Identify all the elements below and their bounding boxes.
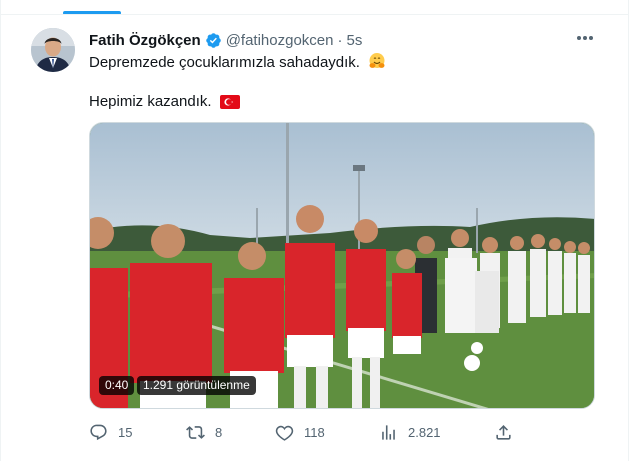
reply-button[interactable]: 15: [89, 420, 132, 444]
views-icon: [382, 424, 395, 440]
action-bar: 15 8 118 2.821: [89, 420, 529, 444]
verified-badge-icon: [205, 32, 221, 48]
tweet-text-line-1: Depremzede çocuklarımızla sahadaydık.: [89, 52, 386, 73]
tweet-header: Fatih Özgökçen @fatihozgokcen · 5s: [89, 30, 362, 50]
timestamp[interactable]: 5s: [346, 32, 362, 49]
more-icon[interactable]: [574, 29, 596, 47]
retweet-button[interactable]: 8: [186, 420, 222, 444]
tweet-card[interactable]: Fatih Özgökçen @fatihozgokcen · 5s Depre…: [0, 0, 629, 461]
author-handle[interactable]: @fatihozgokcen: [226, 32, 334, 49]
reply-count: 15: [118, 424, 133, 440]
views-button[interactable]: 2.821: [379, 420, 441, 444]
like-count: 118: [304, 424, 325, 440]
share-icon: [496, 424, 511, 440]
like-icon: [275, 425, 294, 441]
tweet-text: Hepimiz kazandık.: [89, 93, 212, 110]
tweet-text-line-2: Hepimiz kazandık.: [89, 92, 240, 112]
video-player[interactable]: [89, 122, 595, 409]
hugging-face-emoji: [369, 53, 385, 68]
like-button[interactable]: 118: [275, 420, 325, 444]
share-button[interactable]: [494, 420, 513, 444]
retweet-count: 8: [215, 424, 223, 440]
turkey-flag-emoji: [219, 95, 240, 109]
avatar-image: [31, 28, 75, 72]
author-name[interactable]: Fatih Özgökçen: [89, 32, 201, 49]
separator-dot: ·: [337, 31, 343, 49]
video-thumbnail: [90, 123, 594, 408]
reply-icon: [90, 424, 107, 440]
divider: [1, 14, 629, 15]
video-views-badge: 1.291 görüntülenme: [137, 376, 256, 395]
retweet-icon: [186, 425, 205, 439]
views-count: 2.821: [408, 424, 441, 440]
tweet-text: Depremzede çocuklarımızla sahadaydık.: [89, 54, 360, 71]
avatar[interactable]: [31, 28, 75, 72]
video-duration-badge: 0:40: [99, 376, 135, 395]
